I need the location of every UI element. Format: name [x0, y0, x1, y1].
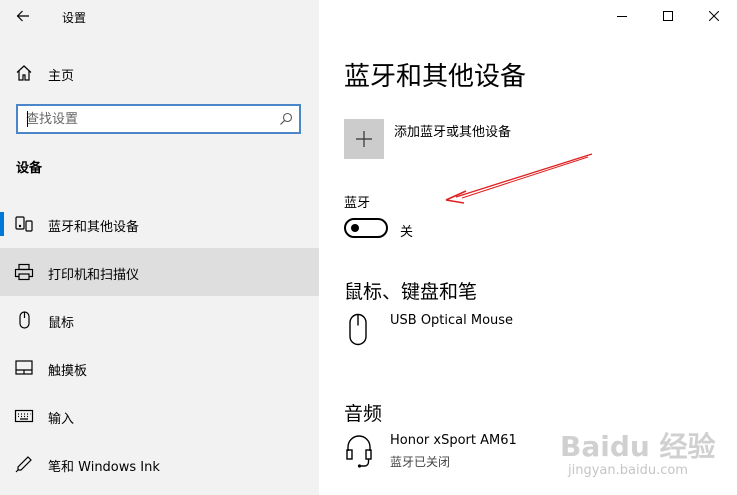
section-title-audio: 音频 — [344, 403, 383, 425]
app-title: 设置 — [62, 11, 87, 25]
bluetooth-toggle-state: 关 — [400, 225, 414, 240]
device-name: USB Optical Mouse — [390, 313, 514, 328]
section-heading-devices: 设备 — [16, 161, 43, 176]
bluetooth-devices-icon — [15, 216, 33, 232]
device-name: Honor xSport AM61 — [390, 433, 517, 448]
title-bar: 设置 — [0, 0, 319, 32]
device-status: 蓝牙已关闭 — [390, 455, 451, 469]
section-title-mouse-keyboard-pen: 鼠标、键盘和笔 — [344, 281, 478, 303]
nav-item-typing[interactable]: 输入 — [0, 392, 319, 440]
nav-item-pen[interactable]: 笔和 Windows Ink — [0, 440, 319, 488]
nav-item-touchpad[interactable]: 触摸板 — [0, 344, 319, 392]
mouse-icon — [349, 313, 367, 346]
back-button[interactable] — [8, 4, 38, 30]
headset-icon — [346, 435, 372, 468]
close-button[interactable] — [691, 0, 737, 32]
keyboard-icon — [14, 409, 34, 423]
minimize-icon — [617, 16, 627, 17]
minimize-button[interactable] — [599, 0, 645, 32]
plus-icon — [356, 131, 372, 147]
search-box[interactable] — [16, 104, 301, 134]
toggle-knob — [351, 224, 359, 232]
printer-icon — [14, 263, 34, 281]
nav-item-bluetooth[interactable]: 蓝牙和其他设备 — [0, 200, 319, 248]
bluetooth-toggle[interactable] — [344, 218, 388, 238]
maximize-button[interactable] — [645, 0, 691, 32]
search-icon[interactable] — [279, 112, 293, 126]
nav-item-label: 触摸板 — [48, 364, 88, 379]
back-arrow-icon — [16, 10, 29, 22]
add-device-tile — [344, 119, 384, 159]
touchpad-icon — [15, 360, 33, 375]
maximize-icon — [663, 11, 673, 21]
navigation-pane: 设置 主页 设备 蓝牙和其他设备 打印机和扫描仪 — [0, 0, 319, 495]
nav-home[interactable]: 主页 — [0, 49, 319, 97]
watermark-brand: Baidu 经验 — [560, 430, 716, 463]
nav-home-label: 主页 — [48, 69, 75, 84]
selection-indicator — [0, 212, 4, 236]
watermark: Baidu 经验 jingyan.baidu.com — [560, 425, 730, 487]
mouse-icon — [19, 311, 30, 329]
nav-item-label: 输入 — [48, 412, 75, 427]
nav-item-label: 打印机和扫描仪 — [48, 268, 140, 283]
nav-item-label: 蓝牙和其他设备 — [48, 220, 140, 235]
page-title: 蓝牙和其他设备 — [344, 62, 527, 92]
nav-item-label: 笔和 Windows Ink — [48, 460, 160, 475]
bluetooth-label: 蓝牙 — [344, 196, 371, 211]
pen-icon — [15, 456, 32, 473]
watermark-url: jingyan.baidu.com — [568, 463, 688, 478]
nav-item-printers[interactable]: 打印机和扫描仪 — [0, 248, 319, 296]
text-cursor — [27, 111, 28, 127]
device-item[interactable]: USB Optical Mouse — [344, 313, 644, 357]
annotation-arrow — [445, 153, 593, 204]
nav-item-label: 鼠标 — [48, 316, 75, 331]
home-icon — [16, 65, 32, 81]
close-icon — [709, 11, 719, 21]
nav-item-mouse[interactable]: 鼠标 — [0, 296, 319, 344]
search-input[interactable] — [18, 106, 268, 132]
add-device-label: 添加蓝牙或其他设备 — [394, 125, 512, 140]
